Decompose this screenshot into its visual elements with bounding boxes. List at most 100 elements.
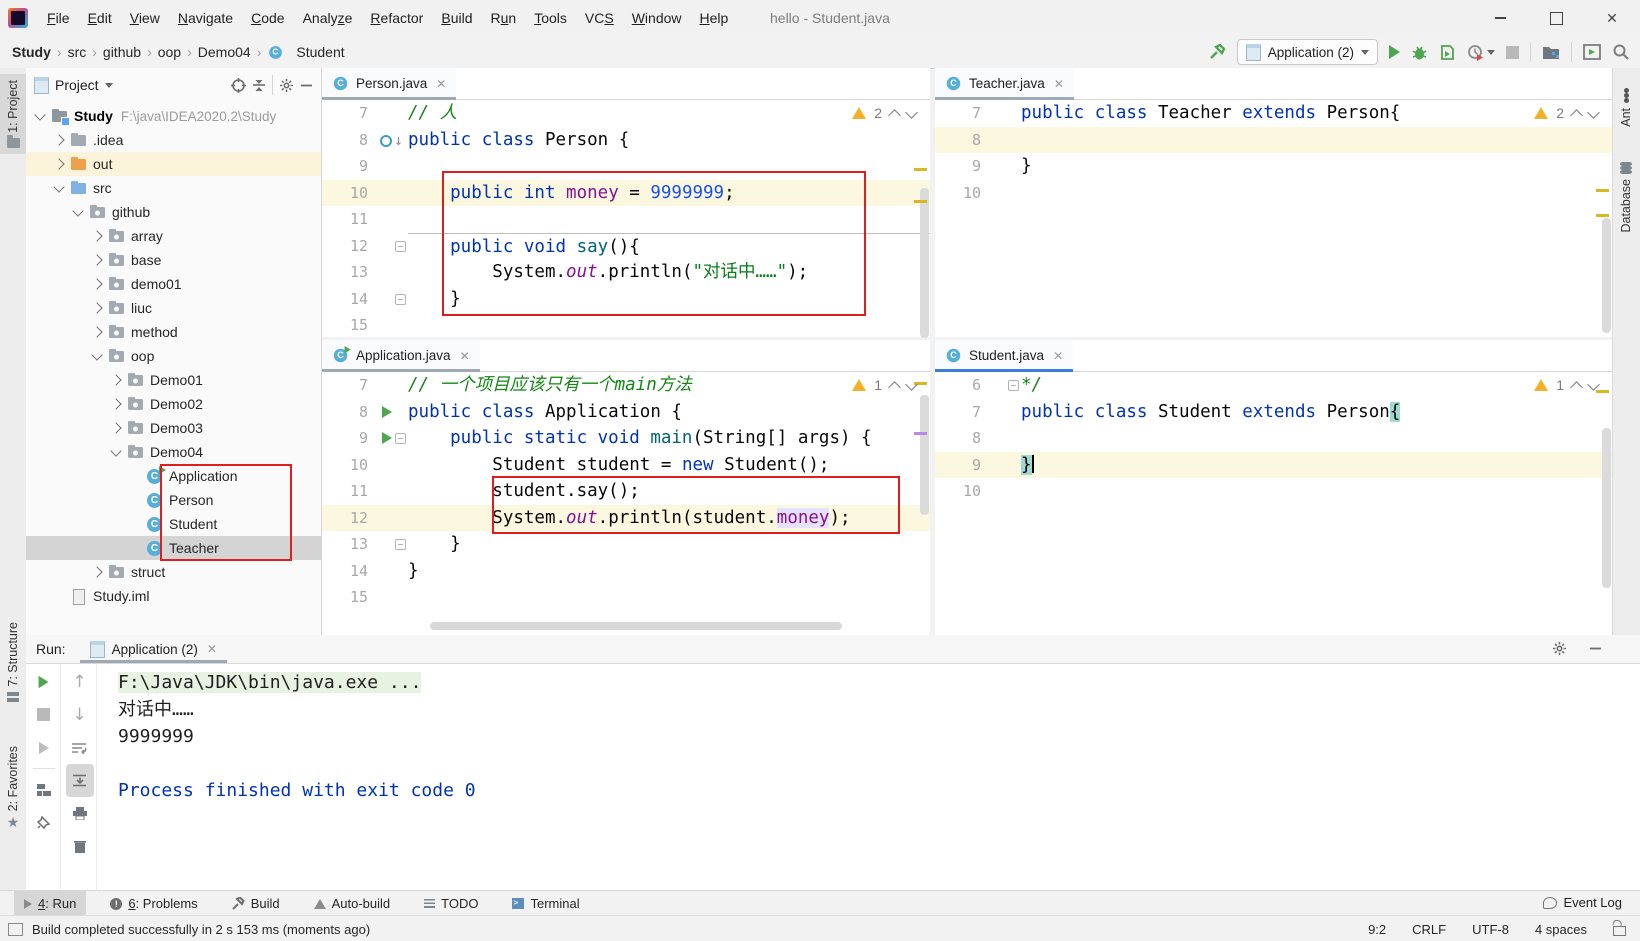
project-structure-icon[interactable]	[1542, 44, 1560, 60]
chevron-expanded-icon[interactable]	[72, 205, 83, 216]
breadcrumb-item-student[interactable]: Student	[296, 44, 344, 60]
toolwindow-button-terminal[interactable]: Terminal	[502, 891, 589, 916]
sidebar-item-ant[interactable]: Ant	[1613, 82, 1639, 133]
caret-position-widget[interactable]: 9:2	[1368, 922, 1386, 937]
chevron-collapsed-icon[interactable]	[53, 134, 64, 145]
tab-teacher[interactable]: Teacher.java✕	[935, 68, 1074, 99]
prev-problem-button[interactable]	[1570, 109, 1583, 122]
fold-marker-icon[interactable]	[395, 539, 406, 550]
tree-item-.idea[interactable]: .idea	[26, 128, 321, 152]
tree-item-github[interactable]: github	[26, 200, 321, 224]
stop-process-button[interactable]	[30, 698, 58, 731]
chevron-collapsed-icon[interactable]	[110, 374, 121, 385]
chevron-collapsed-icon[interactable]	[110, 422, 121, 433]
clear-console-button[interactable]	[66, 830, 94, 863]
tree-item-demo01[interactable]: Demo01	[26, 368, 321, 392]
close-button[interactable]: ✕	[1584, 0, 1640, 36]
menu-refactor[interactable]: Refactor	[361, 0, 432, 36]
toolwindow-button-6-problems[interactable]: !6: Problems	[100, 891, 207, 916]
search-everywhere-icon[interactable]	[1612, 43, 1630, 61]
unlock-icon[interactable]	[1613, 926, 1626, 936]
tree-item-base[interactable]: base	[26, 248, 321, 272]
menu-help[interactable]: Help	[691, 0, 738, 36]
stop-button[interactable]	[1506, 46, 1519, 59]
run-anything-icon[interactable]	[1583, 44, 1601, 60]
project-panel-title[interactable]: Project	[55, 77, 99, 93]
menu-file[interactable]: File	[38, 0, 79, 36]
menu-view[interactable]: View	[121, 0, 169, 36]
chevron-expanded-icon[interactable]	[34, 109, 45, 120]
close-icon[interactable]: ✕	[1054, 77, 1064, 91]
encoding-widget[interactable]: UTF-8	[1472, 922, 1509, 937]
tree-item-application[interactable]: Application	[26, 464, 321, 488]
locate-file-icon[interactable]	[231, 78, 246, 93]
pin-tab-button[interactable]	[30, 806, 58, 839]
menu-analyze[interactable]: Analyze	[294, 0, 362, 36]
close-icon[interactable]: ✕	[1053, 349, 1063, 363]
tree-item-teacher[interactable]: Teacher	[26, 536, 321, 560]
fold-marker-icon[interactable]	[395, 241, 406, 252]
tree-item-method[interactable]: method	[26, 320, 321, 344]
chevron-collapsed-icon[interactable]	[91, 326, 102, 337]
prev-problem-button[interactable]	[888, 381, 901, 394]
toolwindow-button-auto-build[interactable]: Auto-build	[304, 891, 401, 916]
status-message[interactable]: Build completed successfully in 2 s 153 …	[32, 922, 370, 937]
code-editor[interactable]: 7public class Teacher extends Person{89}…	[935, 100, 1612, 337]
tree-item-person[interactable]: Person	[26, 488, 321, 512]
tree-item-demo01[interactable]: demo01	[26, 272, 321, 296]
close-icon[interactable]: ✕	[436, 77, 446, 91]
close-icon[interactable]: ✕	[207, 642, 217, 656]
rerun-button[interactable]	[30, 665, 58, 698]
tree-item-demo03[interactable]: Demo03	[26, 416, 321, 440]
profiler-button[interactable]	[1467, 44, 1495, 61]
run-button[interactable]	[1389, 45, 1400, 59]
indent-widget[interactable]: 4 spaces	[1535, 922, 1587, 937]
menu-code[interactable]: Code	[242, 0, 293, 36]
chevron-collapsed-icon[interactable]	[53, 158, 64, 169]
scrollbar-thumb[interactable]	[920, 188, 929, 338]
scroll-to-end-button[interactable]	[66, 764, 94, 797]
sidebar-item-database[interactable]: Database	[1613, 156, 1639, 239]
print-button[interactable]	[66, 797, 94, 830]
collapse-all-icon[interactable]	[252, 78, 266, 93]
hide-panel-icon[interactable]	[1589, 642, 1602, 655]
sidebar-item-structure[interactable]: 7: Structure	[0, 616, 26, 708]
chevron-collapsed-icon[interactable]	[91, 230, 102, 241]
tree-item-study.iml[interactable]: Study.iml	[26, 584, 321, 608]
next-problem-button[interactable]	[905, 378, 918, 391]
scrollbar-thumb[interactable]	[1602, 218, 1611, 333]
debug-button[interactable]	[1411, 44, 1428, 61]
overridden-method-icon[interactable]	[380, 135, 392, 147]
fold-marker-icon[interactable]	[395, 294, 406, 305]
breadcrumb-item-src[interactable]: src	[68, 44, 87, 60]
tree-item-demo02[interactable]: Demo02	[26, 392, 321, 416]
menu-tools[interactable]: Tools	[525, 0, 576, 36]
toolwindow-button-build[interactable]: Build	[222, 891, 290, 916]
run-console-output[interactable]: F:\Java\JDK\bin\java.exe ...对话中……9999999…	[118, 669, 476, 804]
tab-student[interactable]: Student.java✕	[935, 340, 1073, 371]
event-log-button[interactable]: Event Log	[1543, 890, 1622, 915]
tree-item-array[interactable]: array	[26, 224, 321, 248]
sidebar-item-favorites[interactable]: 2: Favorites ★	[0, 740, 26, 834]
chevron-collapsed-icon[interactable]	[110, 398, 121, 409]
horizontal-scrollbar-thumb[interactable]	[430, 622, 842, 630]
chevron-expanded-icon[interactable]	[53, 181, 64, 192]
fold-marker-icon[interactable]	[395, 433, 406, 444]
next-problem-button[interactable]	[905, 106, 918, 119]
prev-problem-button[interactable]	[888, 109, 901, 122]
hide-panel-icon[interactable]	[300, 79, 313, 92]
restore-layout-button[interactable]	[30, 773, 58, 806]
toolwindow-button-4-run[interactable]: 4: Run	[14, 891, 86, 916]
gear-icon[interactable]	[1552, 641, 1567, 656]
menu-vcs[interactable]: VCS	[576, 0, 623, 36]
toolwindow-button-todo[interactable]: TODO	[414, 891, 488, 916]
run-config-select[interactable]: Application (2)	[1237, 39, 1378, 65]
run-tab-application[interactable]: Application (2) ✕	[80, 635, 227, 663]
run-gutter-icon[interactable]	[382, 432, 392, 444]
chevron-expanded-icon[interactable]	[110, 445, 121, 456]
chevron-expanded-icon[interactable]	[91, 349, 102, 360]
maximize-button[interactable]	[1528, 0, 1584, 36]
menu-window[interactable]: Window	[623, 0, 691, 36]
rerun-failed-button[interactable]	[30, 731, 58, 764]
breadcrumb-item-demo04[interactable]: Demo04	[198, 44, 251, 60]
